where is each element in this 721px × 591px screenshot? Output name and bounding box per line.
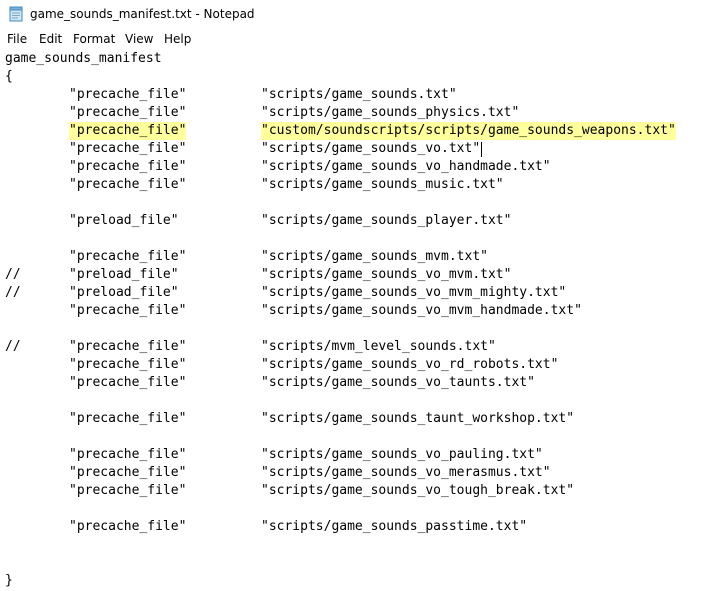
text-line[interactable]: "precache_file" "scripts/game_sounds_taun… [0,410,721,428]
menu-view[interactable]: View [125,31,153,47]
line-prefix: // [5,267,21,282]
text-line[interactable]: "precache_file" "custom/soundscripts/scri… [0,122,721,140]
line-key: "precache_file" [69,105,187,120]
line-value: "scripts/game_sounds_vo_rd_robots.txt" [261,357,559,372]
line-value: "scripts/game_sounds_physics.txt" [261,105,520,120]
line-key: "preload_file" [69,213,179,228]
menu-file[interactable]: File [7,31,27,47]
text-line[interactable]: "precache_file" "scripts/game_sounds_phys… [0,104,721,122]
line-key: "precache_file" [69,447,187,462]
line-value: "scripts/game_sounds_music.txt" [261,177,504,192]
text-line[interactable] [0,536,721,554]
notepad-window: game_sounds_manifest.txt - Notepad File … [0,0,721,591]
line-value: "scripts/game_sounds_vo_mvm_mighty.txt" [261,285,567,300]
text-line[interactable]: game_sounds_manifest [0,50,721,68]
text-line[interactable]: "precache_file" "scripts/game_sounds_mvm.… [0,248,721,266]
text-line[interactable]: { [0,68,721,86]
text-caret [481,142,482,157]
menu-edit[interactable]: Edit [39,31,62,47]
line-value: "scripts/game_sounds_vo.txt" [261,141,481,156]
text-line[interactable]: "precache_file" "scripts/game_sounds_vo_t… [0,482,721,500]
line-prefix: // [5,339,21,354]
line-value: "scripts/game_sounds_vo_mvm_handmade.txt… [261,303,582,318]
line-key: "precache_file" [69,87,187,102]
line-value: "scripts/mvm_level_sounds.txt" [261,339,496,354]
text-line[interactable]: } [0,572,721,590]
text-line[interactable]: "precache_file" "scripts/game_sounds_vo_m… [0,464,721,482]
line-value: "scripts/game_sounds_taunt_workshop.txt" [261,411,575,426]
line-key: "precache_file" [69,411,187,426]
line-key: "preload_file" [69,267,179,282]
line-prefix: { [5,69,13,84]
text-line[interactable] [0,230,721,248]
line-value: "scripts/game_sounds_vo_mvm.txt" [261,267,512,282]
line-key: "precache_file" [69,177,187,192]
line-key: "precache_file" [69,141,187,156]
line-key: "precache_file" [69,159,187,174]
line-key: "precache_file" [69,375,187,390]
line-key: "precache_file" [69,249,187,264]
title-bar[interactable]: game_sounds_manifest.txt - Notepad [0,0,721,28]
text-line[interactable]: // "precache_file" "scripts/mvm_level_soun… [0,338,721,356]
line-value: "scripts/game_sounds.txt" [261,87,457,102]
line-key: "preload_file" [69,285,179,300]
line-value: "scripts/game_sounds_vo_pauling.txt" [261,447,543,462]
line-value: "scripts/game_sounds_vo_handmade.txt" [261,159,551,174]
text-line[interactable] [0,500,721,518]
text-line[interactable] [0,554,721,572]
line-prefix: // [5,285,21,300]
line-value: "scripts/game_sounds_vo_tough_break.txt" [261,483,575,498]
line-value: "custom/soundscripts/scripts/game_sounds… [261,122,676,140]
text-line[interactable]: "precache_file" "scripts/game_sounds.txt" [0,86,721,104]
text-line[interactable]: // "preload_file" "scripts/game_sounds_vo_… [0,266,721,284]
text-line[interactable]: "precache_file" "scripts/game_sounds_vo_m… [0,302,721,320]
text-line[interactable]: "precache_file" "scripts/game_sounds_pass… [0,518,721,536]
text-line[interactable] [0,320,721,338]
line-key: "precache_file" [69,519,187,534]
notepad-app-icon [9,6,23,22]
text-line[interactable] [0,392,721,410]
text-line[interactable] [0,194,721,212]
menu-bar: File Edit Format View Help [0,29,721,49]
window-title: game_sounds_manifest.txt - Notepad [30,7,255,21]
line-value: "scripts/game_sounds_vo_merasmus.txt" [261,465,551,480]
line-prefix: game_sounds_manifest [5,51,162,66]
line-value: "scripts/game_sounds_passtime.txt" [261,519,528,534]
line-key: "precache_file" [69,483,187,498]
line-key: "precache_file" [69,357,187,372]
text-editor-area[interactable]: game_sounds_manifest { "precache_file" "scr… [0,49,721,591]
text-line[interactable]: "preload_file" "scripts/game_sounds_playe… [0,212,721,230]
text-line[interactable]: "precache_file" "scripts/game_sounds_vo_r… [0,356,721,374]
menu-help[interactable]: Help [164,31,191,47]
menu-format[interactable]: Format [73,31,115,47]
line-prefix: } [5,573,13,588]
text-line[interactable]: "precache_file" "scripts/game_sounds_vo_p… [0,446,721,464]
text-line[interactable]: "precache_file" "scripts/game_sounds_vo_h… [0,158,721,176]
line-key: "precache_file" [69,465,187,480]
text-line[interactable]: "precache_file" "scripts/game_sounds_vo.t… [0,140,721,158]
line-key: "precache_file" [69,122,187,140]
line-value: "scripts/game_sounds_player.txt" [261,213,512,228]
text-line[interactable]: // "preload_file" "scripts/game_sounds_vo_… [0,284,721,302]
text-line[interactable] [0,428,721,446]
text-line[interactable]: "precache_file" "scripts/game_sounds_musi… [0,176,721,194]
line-key: "precache_file" [69,339,187,354]
line-value: "scripts/game_sounds_vo_taunts.txt" [261,375,535,390]
line-value: "scripts/game_sounds_mvm.txt" [261,249,488,264]
text-line[interactable]: "precache_file" "scripts/game_sounds_vo_t… [0,374,721,392]
line-key: "precache_file" [69,303,187,318]
